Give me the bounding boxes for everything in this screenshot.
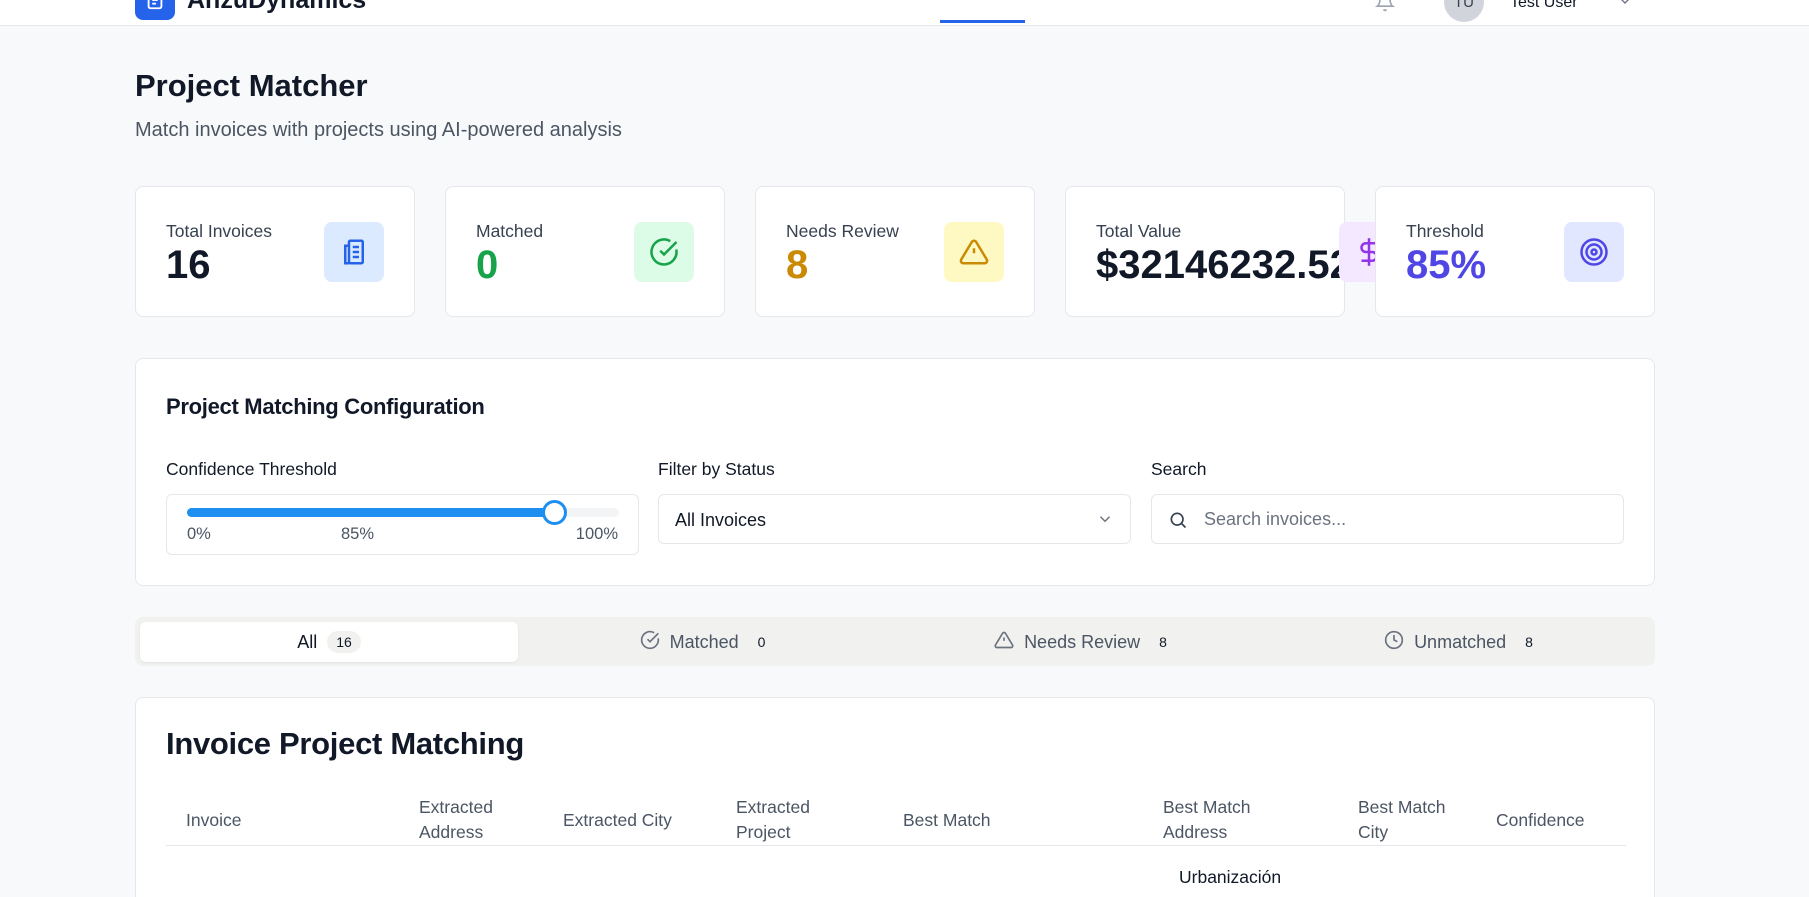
tab-matched[interactable]: Matched 0 bbox=[518, 622, 896, 662]
slider-thumb[interactable] bbox=[542, 500, 568, 525]
column-header[interactable]: Best Match Address bbox=[1163, 794, 1273, 846]
top-navbar: AnzuDynamics TU Test User bbox=[0, 0, 1809, 26]
stat-label: Needs Review bbox=[786, 221, 899, 241]
tab-all[interactable]: All 16 bbox=[140, 622, 518, 662]
clock-icon bbox=[1384, 630, 1404, 655]
tab-needs-review[interactable]: Needs Review 8 bbox=[896, 622, 1274, 662]
stat-card-needs-review: Needs Review 8 bbox=[755, 186, 1035, 317]
tab-label: Matched bbox=[669, 631, 739, 652]
stat-value: $32146232.52 bbox=[1096, 243, 1352, 287]
matching-config-panel: Project Matching Configuration Confidenc… bbox=[135, 358, 1655, 586]
search-label: Search bbox=[1151, 459, 1207, 479]
user-avatar[interactable]: TU bbox=[1444, 0, 1484, 22]
check-circle-icon bbox=[634, 222, 694, 282]
user-menu-chevron-down-icon[interactable] bbox=[1617, 0, 1633, 14]
config-title: Project Matching Configuration bbox=[166, 394, 485, 419]
column-header[interactable]: Extracted City bbox=[563, 794, 713, 846]
status-filter-select[interactable]: All Invoices bbox=[658, 494, 1131, 544]
brand[interactable]: AnzuDynamics bbox=[135, 0, 366, 20]
document-icon bbox=[324, 222, 384, 282]
active-nav-indicator bbox=[940, 20, 1025, 23]
search-field bbox=[1151, 494, 1624, 544]
stat-label: Threshold bbox=[1406, 221, 1484, 241]
table-cell: Urbanización bbox=[1179, 867, 1282, 887]
stat-label: Matched bbox=[476, 221, 544, 241]
invoice-matching-table-card: Invoice Project Matching Invoice Extract… bbox=[135, 697, 1655, 897]
stat-card-threshold: Threshold 85% bbox=[1375, 186, 1655, 317]
stat-label: Total Invoices bbox=[166, 221, 273, 241]
app-logo-icon bbox=[135, 0, 175, 20]
warning-icon bbox=[994, 630, 1014, 655]
tab-label: Needs Review bbox=[1024, 631, 1141, 652]
stat-value: 8 bbox=[786, 243, 809, 287]
threshold-slider-box: 0% 85% 100% bbox=[166, 494, 639, 555]
tab-count-badge: 0 bbox=[757, 634, 766, 650]
slider-max-label: 100% bbox=[575, 525, 618, 543]
warning-icon bbox=[944, 222, 1004, 282]
tab-label: Unmatched bbox=[1414, 631, 1507, 652]
status-tabs: All 16 Matched 0 Needs Review 8 Unmatche… bbox=[135, 617, 1655, 666]
target-icon bbox=[1564, 222, 1624, 282]
chevron-down-icon bbox=[1096, 510, 1114, 533]
notifications-bell-icon[interactable] bbox=[1374, 0, 1396, 17]
search-icon bbox=[1168, 510, 1188, 535]
status-filter-value: All Invoices bbox=[675, 510, 767, 530]
column-header[interactable]: Confidence bbox=[1496, 794, 1616, 846]
tab-unmatched[interactable]: Unmatched 8 bbox=[1274, 622, 1652, 662]
stat-label: Total Value bbox=[1096, 221, 1182, 241]
tab-count-badge: 8 bbox=[1525, 634, 1533, 650]
column-header[interactable]: Invoice bbox=[186, 794, 386, 846]
table-title: Invoice Project Matching bbox=[166, 726, 524, 761]
stat-card-total-value: Total Value $32146232.52 bbox=[1065, 186, 1399, 317]
slider-current-label: 85% bbox=[340, 525, 375, 543]
app-name: AnzuDynamics bbox=[187, 0, 366, 15]
tab-count-badge: 8 bbox=[1159, 634, 1167, 650]
stat-card-matched: Matched 0 bbox=[445, 186, 725, 317]
user-name[interactable]: Test User bbox=[1510, 0, 1578, 12]
stat-value: 0 bbox=[476, 243, 499, 287]
tab-label: All bbox=[297, 631, 318, 652]
column-header[interactable]: Extracted Address bbox=[419, 794, 519, 846]
search-input[interactable] bbox=[1204, 495, 1604, 543]
page-subtitle: Match invoices with projects using AI-po… bbox=[135, 119, 622, 141]
page-title: Project Matcher bbox=[135, 68, 368, 103]
tab-count-badge: 16 bbox=[327, 631, 361, 653]
stat-value: 85% bbox=[1406, 243, 1487, 287]
check-circle-icon bbox=[640, 630, 660, 655]
column-header[interactable]: Best Match bbox=[903, 794, 1103, 846]
column-header[interactable]: Best Match City bbox=[1358, 794, 1458, 846]
table-header-row: Invoice Extracted Address Extracted City… bbox=[166, 794, 1626, 846]
stat-card-total-invoices: Total Invoices 16 bbox=[135, 186, 415, 317]
slider-fill bbox=[187, 508, 555, 517]
threshold-slider[interactable] bbox=[187, 500, 619, 525]
threshold-label: Confidence Threshold bbox=[166, 459, 337, 479]
stat-value: 16 bbox=[166, 243, 211, 287]
column-header[interactable]: Extracted Project bbox=[736, 794, 836, 846]
status-filter-label: Filter by Status bbox=[658, 459, 775, 479]
